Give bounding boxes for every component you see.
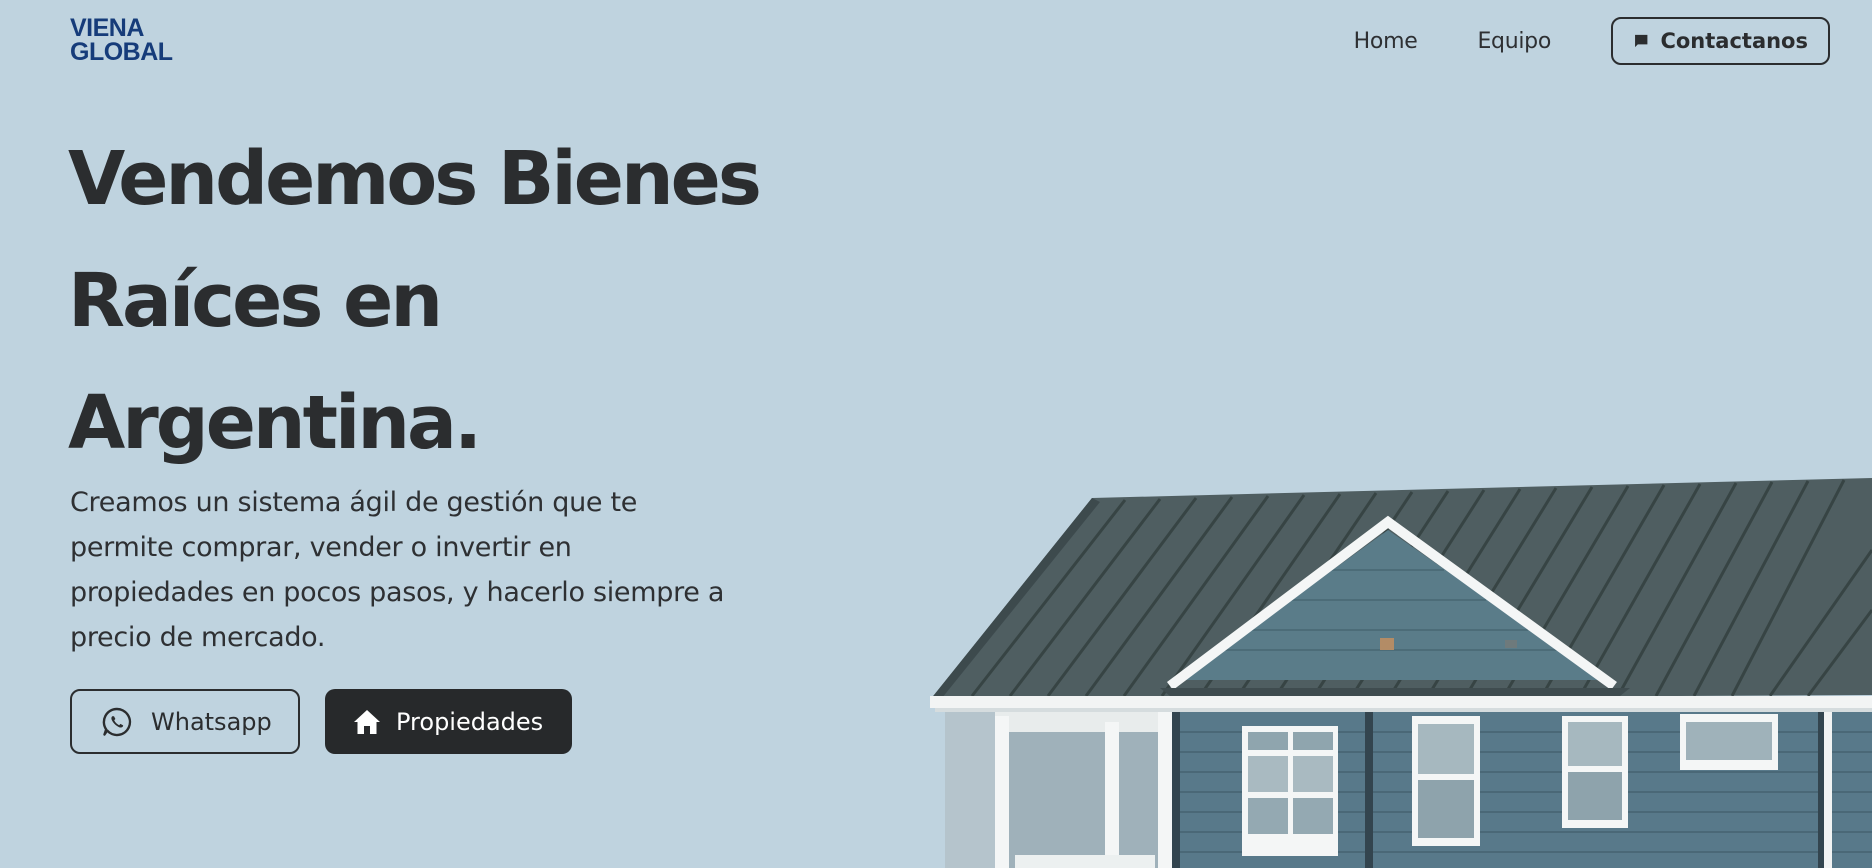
hero-description-line-3: propiedades en pocos pasos, y hacerlo si…	[70, 577, 725, 608]
properties-button[interactable]: Propiedades	[325, 689, 572, 754]
nav-equipo-link[interactable]: Equipo	[1477, 29, 1551, 54]
hero-title-line-2: Raíces en	[68, 258, 443, 344]
logo[interactable]: VIENA GLOBAL	[70, 14, 173, 66]
home-icon	[354, 709, 380, 734]
hero-description-line-1: Creamos un sistema ágil de gestión que t…	[70, 487, 638, 518]
whatsapp-icon	[102, 707, 132, 736]
chat-bubble-icon	[1635, 34, 1648, 48]
properties-button-label: Propiedades	[396, 707, 544, 736]
nav-home-link[interactable]: Home	[1354, 29, 1418, 54]
logo-line-2: GLOBAL	[70, 38, 173, 66]
hero-description-line-4: precio de mercado.	[70, 622, 326, 653]
whatsapp-button[interactable]: Whatsapp	[70, 689, 300, 754]
logo-line-1: VIENA	[70, 14, 144, 42]
contact-button-label: Contactanos	[1660, 29, 1808, 53]
hero-description: Creamos un sistema ágil de gestión que t…	[70, 480, 790, 660]
house-image	[930, 478, 1872, 868]
whatsapp-button-label: Whatsapp	[151, 707, 272, 736]
contact-button[interactable]: Contactanos	[1611, 17, 1830, 65]
hero-actions: Whatsapp Propiedades	[70, 689, 572, 754]
top-nav: Home Equipo Contactanos	[1354, 17, 1830, 65]
hero-title-line-1: Vendemos Bienes	[68, 136, 762, 222]
landing-page: VIENA GLOBAL Home Equipo Contactanos Ven…	[0, 0, 1872, 868]
hero-title-line-3: Argentina.	[68, 380, 482, 466]
hero-title: Vendemos Bienes Raíces en Argentina.	[68, 118, 808, 484]
hero-description-line-2: permite comprar, vender o invertir en	[70, 532, 572, 563]
